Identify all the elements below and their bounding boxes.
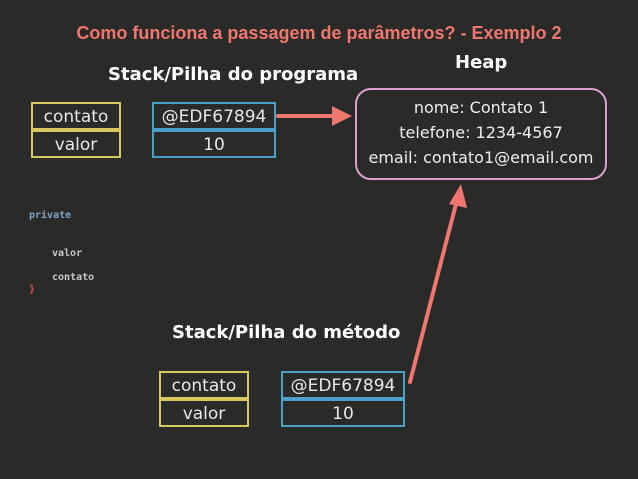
- method-reference-arrow: [408, 184, 467, 384]
- program-reference-arrow: [276, 106, 352, 126]
- reference-arrows: [276, 106, 467, 384]
